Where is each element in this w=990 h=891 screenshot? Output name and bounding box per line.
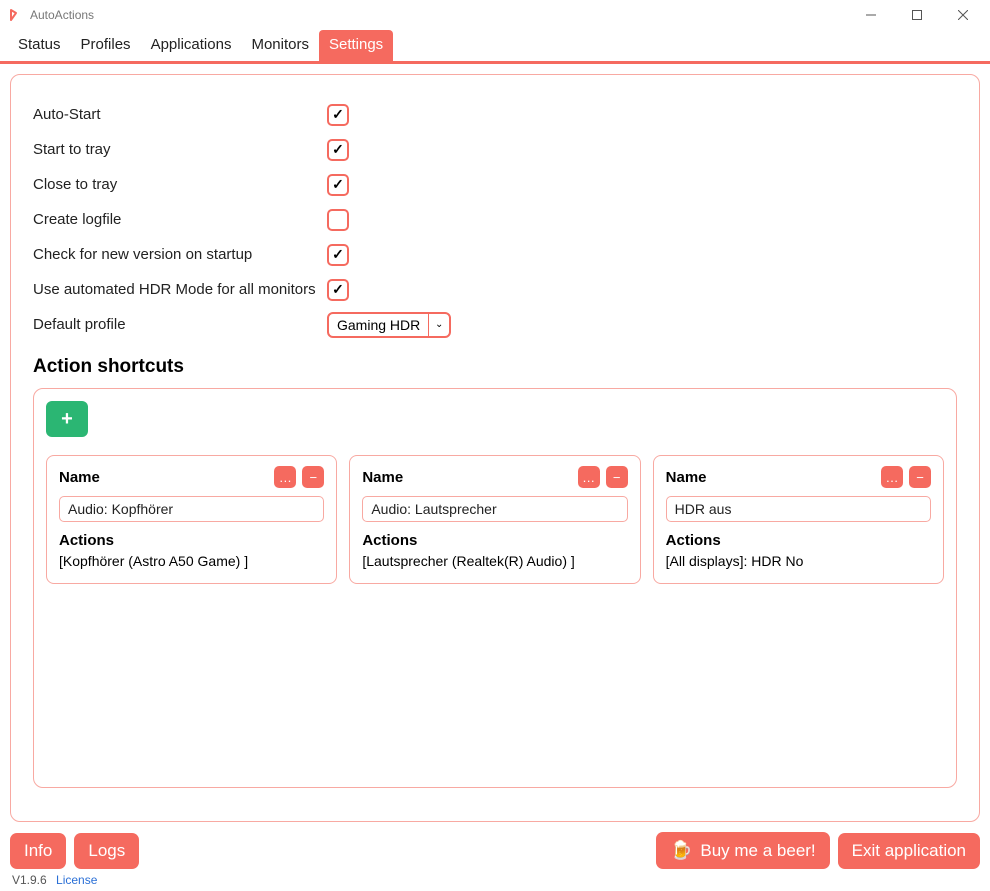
default-profile-value: Gaming HDR <box>329 314 429 336</box>
checkbox-close-to-tray[interactable] <box>327 174 349 196</box>
tab-status[interactable]: Status <box>8 30 71 61</box>
edit-shortcut-button[interactable]: … <box>274 466 296 488</box>
close-button[interactable] <box>940 0 986 30</box>
checkbox-start-to-tray[interactable] <box>327 139 349 161</box>
card-name-label: Name <box>666 469 875 486</box>
title-bar: AutoActions <box>0 0 990 30</box>
shortcut-name-input[interactable] <box>362 496 627 522</box>
shortcut-actions-text: [Lautsprecher (Realtek(R) Audio) ] <box>362 553 627 569</box>
exit-button[interactable]: Exit application <box>838 833 980 869</box>
checkbox-auto-hdr[interactable] <box>327 279 349 301</box>
default-profile-row: Default profile Gaming HDR ⌄ <box>33 307 957 342</box>
buy-beer-label: Buy me a beer! <box>700 841 815 861</box>
tab-applications[interactable]: Applications <box>141 30 242 61</box>
footer: Info Logs 🍺 Buy me a beer! Exit applicat… <box>0 832 990 891</box>
option-label: Use automated HDR Mode for all monitors <box>33 281 327 298</box>
beer-icon: 🍺 <box>670 840 692 861</box>
card-name-label: Name <box>59 469 268 486</box>
chevron-down-icon: ⌄ <box>429 314 449 336</box>
shortcuts-panel: + Name … − Actions [Kopfhörer (Astro A50… <box>33 388 957 788</box>
tab-bar: Status Profiles Applications Monitors Se… <box>0 30 990 64</box>
shortcut-name-input[interactable] <box>666 496 931 522</box>
remove-shortcut-button[interactable]: − <box>606 466 628 488</box>
remove-shortcut-button[interactable]: − <box>302 466 324 488</box>
checkbox-create-logfile[interactable] <box>327 209 349 231</box>
option-check-version: Check for new version on startup <box>33 237 957 272</box>
shortcut-actions-text: [Kopfhörer (Astro A50 Game) ] <box>59 553 324 569</box>
card-actions-label: Actions <box>362 532 627 549</box>
version-text: V1.9.6 <box>12 873 47 887</box>
option-label: Auto-Start <box>33 106 327 123</box>
app-icon <box>8 7 24 23</box>
checkbox-check-version[interactable] <box>327 244 349 266</box>
shortcut-card: Name … − Actions [All displays]: HDR No <box>653 455 944 584</box>
card-name-label: Name <box>362 469 571 486</box>
checkbox-auto-start[interactable] <box>327 104 349 126</box>
logs-button[interactable]: Logs <box>74 833 139 869</box>
option-label: Check for new version on startup <box>33 246 327 263</box>
shortcut-name-input[interactable] <box>59 496 324 522</box>
minimize-button[interactable] <box>848 0 894 30</box>
option-auto-hdr: Use automated HDR Mode for all monitors <box>33 272 957 307</box>
shortcut-card: Name … − Actions [Lautsprecher (Realtek(… <box>349 455 640 584</box>
option-start-to-tray: Start to tray <box>33 132 957 167</box>
settings-panel: Auto-Start Start to tray Close to tray C… <box>10 74 980 822</box>
buy-beer-button[interactable]: 🍺 Buy me a beer! <box>656 832 830 869</box>
edit-shortcut-button[interactable]: … <box>881 466 903 488</box>
window-title: AutoActions <box>30 8 848 22</box>
shortcuts-heading: Action shortcuts <box>33 356 957 378</box>
option-create-logfile: Create logfile <box>33 202 957 237</box>
license-link[interactable]: License <box>56 873 97 887</box>
option-auto-start: Auto-Start <box>33 97 957 132</box>
edit-shortcut-button[interactable]: … <box>578 466 600 488</box>
tab-monitors[interactable]: Monitors <box>241 30 319 61</box>
shortcut-actions-text: [All displays]: HDR No <box>666 553 931 569</box>
add-shortcut-button[interactable]: + <box>46 401 88 437</box>
info-button[interactable]: Info <box>10 833 66 869</box>
option-close-to-tray: Close to tray <box>33 167 957 202</box>
card-actions-label: Actions <box>59 532 324 549</box>
card-actions-label: Actions <box>666 532 931 549</box>
window-controls <box>848 0 986 30</box>
shortcut-card: Name … − Actions [Kopfhörer (Astro A50 G… <box>46 455 337 584</box>
tab-profiles[interactable]: Profiles <box>71 30 141 61</box>
option-label: Start to tray <box>33 141 327 158</box>
default-profile-label: Default profile <box>33 316 327 333</box>
option-label: Create logfile <box>33 211 327 228</box>
tab-settings[interactable]: Settings <box>319 30 393 61</box>
option-label: Close to tray <box>33 176 327 193</box>
remove-shortcut-button[interactable]: − <box>909 466 931 488</box>
default-profile-select[interactable]: Gaming HDR ⌄ <box>327 312 451 338</box>
maximize-button[interactable] <box>894 0 940 30</box>
